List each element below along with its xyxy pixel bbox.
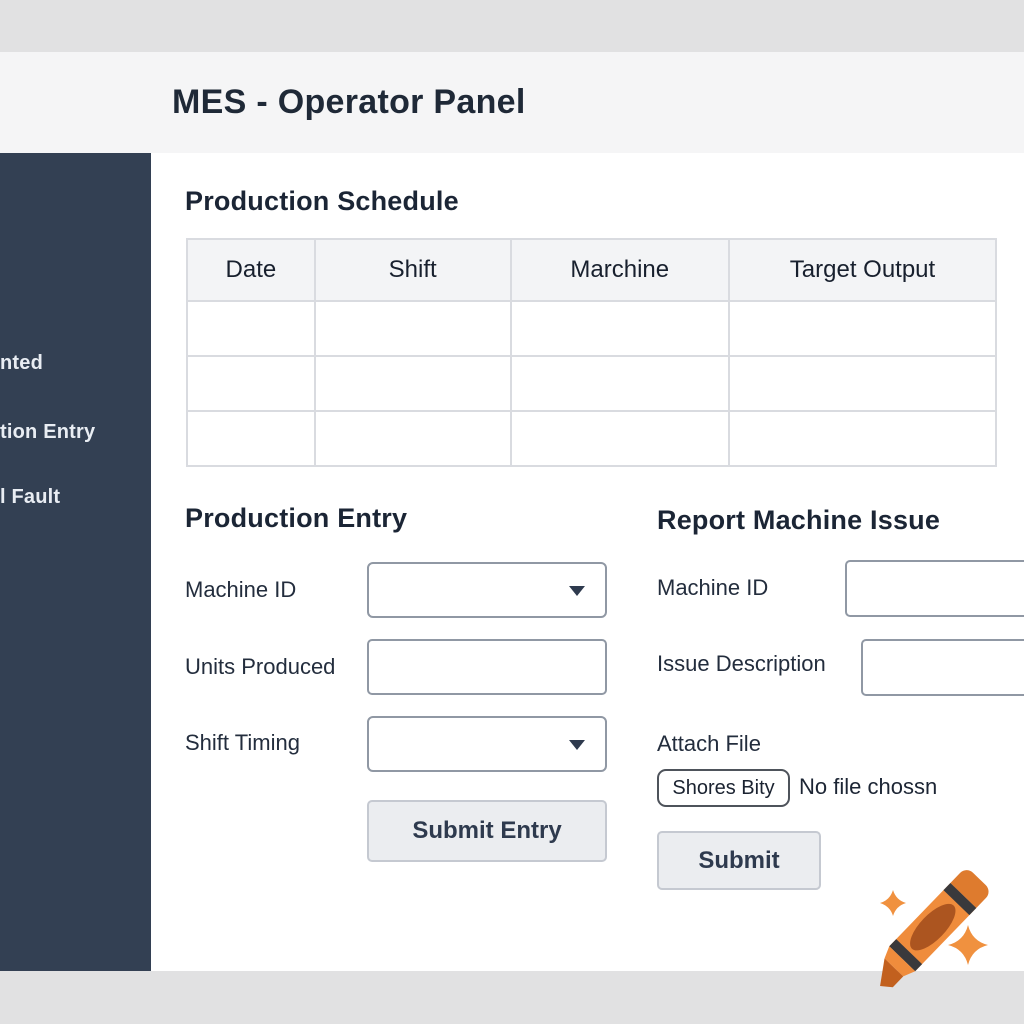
chevron-down-icon xyxy=(569,586,585,596)
crayon-icon xyxy=(880,870,989,988)
machine-id-label: Machine ID xyxy=(185,577,297,602)
choose-file-button[interactable]: Shores Bity xyxy=(657,769,790,807)
column-header-date: Date xyxy=(186,238,316,302)
table-row xyxy=(186,410,997,467)
app-header: MES - Operator Panel xyxy=(0,52,1024,153)
table-cell xyxy=(509,355,731,412)
app-window: MES - Operator Panel nted tion Entry l F… xyxy=(0,0,1024,1024)
section-title-production-schedule: Production Schedule xyxy=(185,186,459,216)
table-cell xyxy=(186,300,316,357)
table-cell xyxy=(509,410,731,467)
report-machine-id-label: Machine ID xyxy=(657,575,769,600)
top-band xyxy=(0,0,1024,52)
sidebar-item-nted[interactable]: nted xyxy=(0,352,43,375)
shift-timing-select[interactable] xyxy=(367,716,607,772)
table-cell xyxy=(186,355,316,412)
table-cell xyxy=(728,410,997,467)
report-machine-id-input[interactable] xyxy=(845,560,1024,617)
column-header-machine: Marchine xyxy=(509,238,731,302)
table-cell xyxy=(313,300,512,357)
issue-description-label: Issue Description xyxy=(657,651,826,676)
app-title: MES - Operator Panel xyxy=(172,83,526,121)
table-row xyxy=(186,355,997,412)
section-title-production-entry: Production Entry xyxy=(185,503,408,533)
table-cell xyxy=(186,410,316,467)
column-header-target-output: Target Output xyxy=(728,238,997,302)
table-header-row: Date Shift Marchine Target Output xyxy=(186,238,997,302)
table-cell xyxy=(728,355,997,412)
table-cell xyxy=(313,410,512,467)
shift-timing-label: Shift Timing xyxy=(185,730,300,755)
attach-file-label: Attach File xyxy=(657,731,761,756)
table-cell xyxy=(728,300,997,357)
table-cell xyxy=(313,355,512,412)
chevron-down-icon xyxy=(569,740,585,750)
table-row xyxy=(186,300,997,357)
machine-id-select[interactable] xyxy=(367,562,607,618)
production-schedule-table: Date Shift Marchine Target Output xyxy=(186,238,997,467)
submit-issue-button[interactable]: Submit xyxy=(657,831,821,890)
sparkle-icon xyxy=(880,890,906,916)
file-status-text: No file chossn xyxy=(799,774,938,799)
sidebar-item-production-entry[interactable]: tion Entry xyxy=(0,421,95,444)
table-cell xyxy=(509,300,731,357)
column-header-shift: Shift xyxy=(313,238,512,302)
submit-entry-button[interactable]: Submit Entry xyxy=(367,800,607,862)
units-produced-label: Units Produced xyxy=(185,654,336,679)
sidebar-item-fault[interactable]: l Fault xyxy=(0,486,60,509)
section-title-report-machine-issue: Report Machine Issue xyxy=(657,505,941,535)
sidebar: nted tion Entry l Fault xyxy=(0,153,151,971)
issue-description-input[interactable] xyxy=(861,639,1024,696)
units-produced-input[interactable] xyxy=(367,639,607,695)
